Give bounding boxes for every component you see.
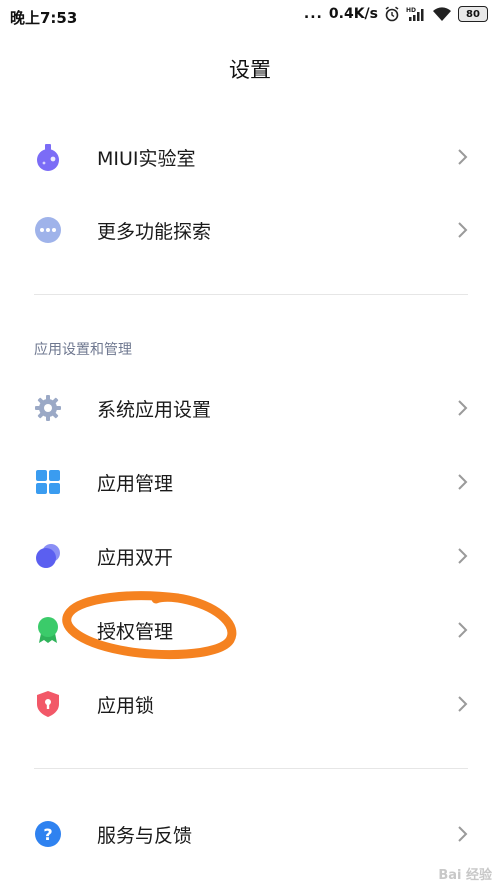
notification-dots: ... xyxy=(303,6,323,22)
flask-icon xyxy=(34,143,62,171)
list-item-permission-management[interactable]: 授权管理 xyxy=(0,593,500,667)
list-item-label: 更多功能探索 xyxy=(97,220,212,243)
status-right: ... 0.4K/s HD 80 xyxy=(304,6,488,22)
watermark: Bai 经验 xyxy=(438,868,492,883)
shield-lock-icon xyxy=(34,690,62,718)
divider xyxy=(34,768,468,769)
list-item-label: MIUI实验室 xyxy=(97,147,196,170)
status-time: 晚上7:53 xyxy=(10,9,78,27)
chevron-right-icon xyxy=(456,220,470,240)
list-item-system-app-settings[interactable]: 系统应用设置 xyxy=(0,371,500,445)
page-title: 设置 xyxy=(229,58,271,82)
chevron-right-icon xyxy=(456,398,470,418)
svg-text:HD: HD xyxy=(406,7,416,14)
chevron-right-icon xyxy=(456,824,470,844)
list-item-dual-apps[interactable]: 应用双开 xyxy=(0,519,500,593)
battery-icon: 80 xyxy=(458,6,488,22)
chevron-right-icon xyxy=(456,546,470,566)
section-header: 应用设置和管理 xyxy=(34,342,132,358)
list-item-miui-lab[interactable]: MIUI实验室 xyxy=(0,120,500,194)
chevron-right-icon xyxy=(456,472,470,492)
gear-icon xyxy=(34,394,62,422)
alarm-icon xyxy=(384,6,400,22)
hd-signal-icon: HD xyxy=(406,6,426,22)
list-item-label: 应用锁 xyxy=(97,694,155,717)
list-item-label: 授权管理 xyxy=(97,620,174,643)
more-dots-icon xyxy=(34,216,62,244)
list-item-label: 系统应用设置 xyxy=(97,398,212,421)
list-item-more-features[interactable]: 更多功能探索 xyxy=(0,193,500,267)
dual-circle-icon xyxy=(34,542,62,570)
divider xyxy=(34,294,468,295)
chevron-right-icon xyxy=(456,147,470,167)
list-item-app-lock[interactable]: 应用锁 xyxy=(0,667,500,741)
list-item-app-management[interactable]: 应用管理 xyxy=(0,445,500,519)
list-item-label: 应用双开 xyxy=(97,546,174,569)
network-speed: 0.4K/s xyxy=(328,6,378,22)
list-item-label: 服务与反馈 xyxy=(97,824,193,847)
help-icon: ? xyxy=(34,820,62,848)
chevron-right-icon xyxy=(456,694,470,714)
chevron-right-icon xyxy=(456,620,470,640)
grid-icon xyxy=(34,468,62,496)
list-item-label: 应用管理 xyxy=(97,472,174,495)
badge-icon xyxy=(34,616,62,644)
svg-text:?: ? xyxy=(43,825,52,844)
status-bar: 晚上7:53 ... 0.4K/s HD 80 xyxy=(0,0,500,34)
wifi-icon xyxy=(432,6,452,22)
list-item-service-feedback[interactable]: ? 服务与反馈 xyxy=(0,797,500,871)
